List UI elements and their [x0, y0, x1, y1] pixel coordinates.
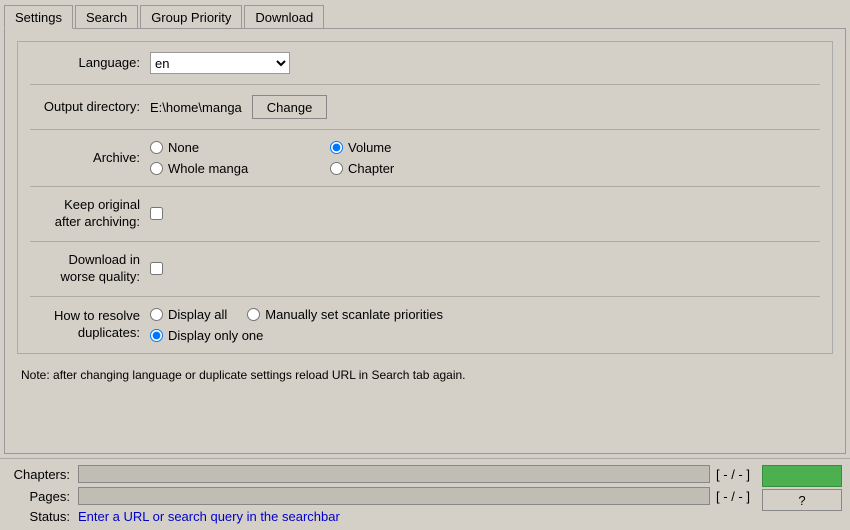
display-one-label: Display only one [168, 328, 263, 343]
download-worse-label: Download in worse quality: [30, 252, 150, 286]
keep-original-row: Keep original after archiving: [30, 197, 820, 242]
main-container: Settings Search Group Priority Download … [0, 0, 850, 530]
display-all-radio[interactable] [150, 308, 163, 321]
download-worse-checkbox-item [150, 262, 163, 275]
bottom-inner: Chapters: [ - / - ] Pages: [ - / - ] [8, 465, 842, 524]
resolve-duplicates-row: How to resolve duplicates: Display all M… [30, 307, 820, 343]
note-text: Note: after changing language or duplica… [17, 362, 833, 382]
chapters-progress-bar [78, 465, 710, 483]
tab-search[interactable]: Search [75, 5, 138, 29]
keep-original-controls [150, 207, 163, 220]
side-buttons: ? [762, 465, 842, 511]
status-text: Enter a URL or search query in the searc… [78, 509, 340, 524]
tab-settings[interactable]: Settings [4, 5, 73, 29]
display-all-item: Display all [150, 307, 227, 322]
archive-chapter-label: Chapter [348, 161, 394, 176]
pages-progress-bar [78, 487, 710, 505]
duplicates-top-row: Display all Manually set scanlate priori… [150, 307, 443, 322]
archive-volume-item: Volume [330, 140, 490, 155]
manual-priority-radio[interactable] [247, 308, 260, 321]
output-directory-row: Output directory: E:\home\manga Change [30, 95, 820, 130]
download-worse-checkbox[interactable] [150, 262, 163, 275]
status-label: Status: [8, 509, 78, 524]
output-directory-path: E:\home\manga [150, 100, 242, 115]
chapters-count: [ - / - ] [716, 467, 750, 482]
settings-content: Language: en fr de es ja ko zh Output di… [17, 41, 833, 354]
archive-row: Archive: None Volume Whole manga [30, 140, 820, 187]
bottom-bar: Chapters: [ - / - ] Pages: [ - / - ] [0, 458, 850, 530]
tab-download[interactable]: Download [244, 5, 324, 29]
archive-chapter-item: Chapter [330, 161, 490, 176]
language-label: Language: [30, 55, 150, 72]
pages-row: Pages: [ - / - ] [8, 487, 756, 505]
language-select[interactable]: en fr de es ja ko zh [150, 52, 290, 74]
output-directory-label: Output directory: [30, 99, 150, 116]
archive-volume-label: Volume [348, 140, 391, 155]
tab-bar: Settings Search Group Priority Download [0, 0, 850, 28]
output-directory-controls: E:\home\manga Change [150, 95, 327, 119]
status-row: Status: Enter a URL or search query in t… [8, 509, 756, 524]
duplicates-bottom-row: Display only one [150, 328, 443, 343]
display-one-radio[interactable] [150, 329, 163, 342]
archive-chapter-radio[interactable] [330, 162, 343, 175]
archive-none-item: None [150, 140, 310, 155]
archive-none-radio[interactable] [150, 141, 163, 154]
download-worse-row: Download in worse quality: [30, 252, 820, 297]
pages-label: Pages: [8, 489, 78, 504]
keep-original-label: Keep original after archiving: [30, 197, 150, 231]
manual-priority-item: Manually set scanlate priorities [247, 307, 443, 322]
download-worse-controls [150, 262, 163, 275]
archive-volume-radio[interactable] [330, 141, 343, 154]
archive-whole-manga-label: Whole manga [168, 161, 248, 176]
keep-original-checkbox[interactable] [150, 207, 163, 220]
language-controls: en fr de es ja ko zh [150, 52, 290, 74]
chapters-row: Chapters: [ - / - ] [8, 465, 756, 483]
resolve-duplicates-label: How to resolve duplicates: [30, 308, 150, 342]
keep-original-checkbox-item [150, 207, 163, 220]
archive-whole-manga-radio[interactable] [150, 162, 163, 175]
archive-none-label: None [168, 140, 199, 155]
archive-label: Archive: [30, 150, 150, 167]
tab-group-priority[interactable]: Group Priority [140, 5, 242, 29]
question-button[interactable]: ? [762, 489, 842, 511]
archive-controls: None Volume Whole manga Chapter [150, 140, 490, 176]
change-button[interactable]: Change [252, 95, 328, 119]
display-all-label: Display all [168, 307, 227, 322]
language-row: Language: en fr de es ja ko zh [30, 52, 820, 85]
duplicates-controls: Display all Manually set scanlate priori… [150, 307, 443, 343]
manual-priority-label: Manually set scanlate priorities [265, 307, 443, 322]
chapters-label: Chapters: [8, 467, 78, 482]
pages-count: [ - / - ] [716, 489, 750, 504]
green-button[interactable] [762, 465, 842, 487]
settings-panel: Language: en fr de es ja ko zh Output di… [4, 28, 846, 454]
archive-whole-manga-item: Whole manga [150, 161, 310, 176]
display-one-item: Display only one [150, 328, 263, 343]
bottom-left: Chapters: [ - / - ] Pages: [ - / - ] [8, 465, 756, 524]
